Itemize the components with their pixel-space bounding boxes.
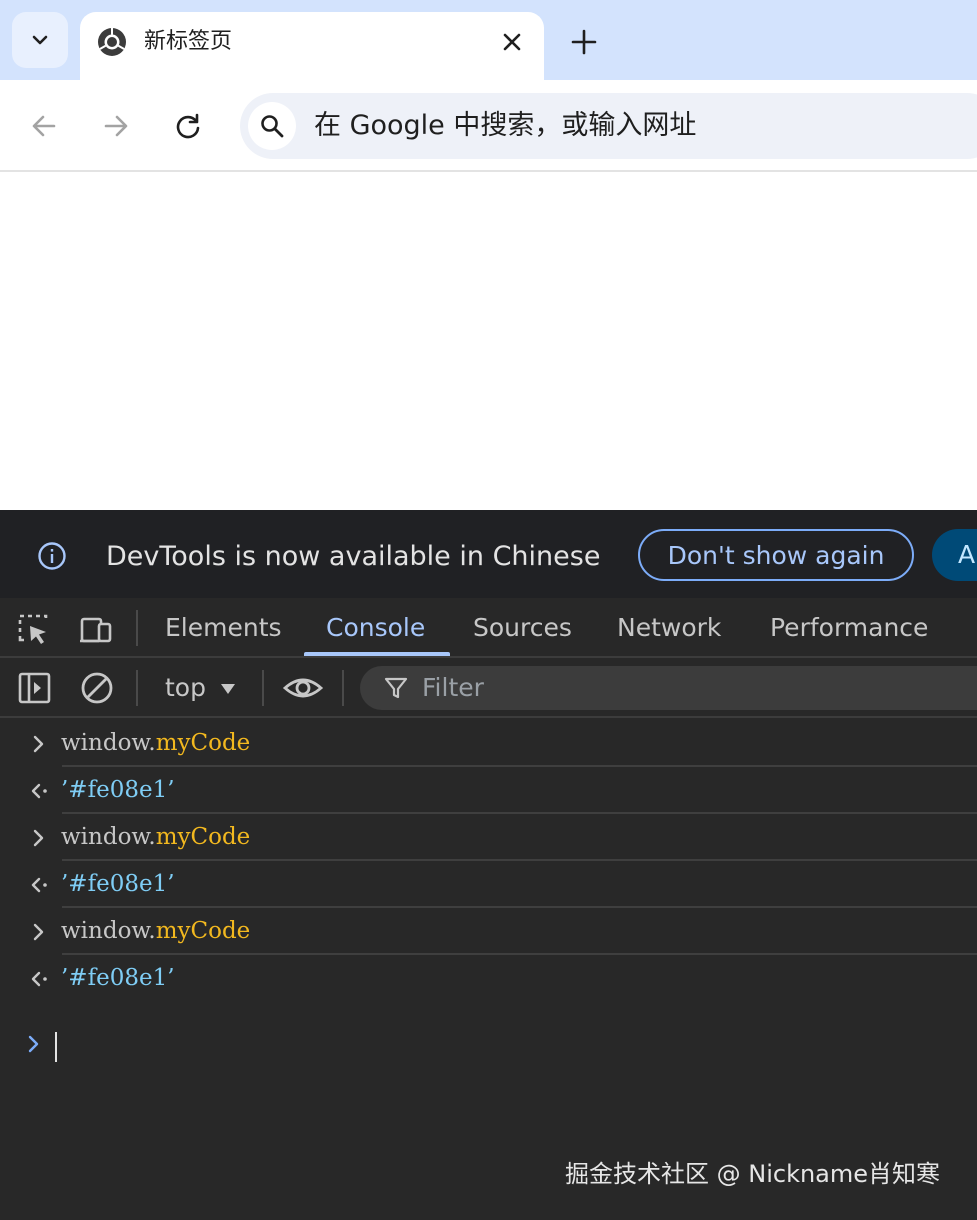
console-prompt[interactable]: [0, 1018, 977, 1068]
tab-strip: 新标签页: [0, 0, 977, 80]
tab-new-tab[interactable]: 新标签页: [80, 12, 544, 80]
page-content: [0, 174, 977, 510]
console-code: window.myCode: [61, 728, 250, 758]
forward-button[interactable]: [96, 106, 136, 146]
console-messages: window.myCode ’#fe08e1’ window.myCode ’#…: [0, 720, 977, 1002]
chevron-right-icon: [33, 829, 44, 847]
toolbar-separator: [136, 610, 138, 646]
device-toolbar-icon[interactable]: [78, 612, 114, 648]
console-filter-input[interactable]: Filter: [360, 666, 977, 710]
toolbar-separator: [262, 670, 264, 706]
back-button[interactable]: [24, 106, 64, 146]
panel-tab-bar: Elements Console Sources Network Perform…: [0, 598, 977, 658]
tab-elements[interactable]: Elements: [165, 612, 282, 644]
tab-network[interactable]: Network: [617, 612, 721, 644]
context-selector[interactable]: top: [165, 672, 206, 704]
watermark: 掘金技术社区 @ Nickname肖知寒: [565, 1160, 941, 1188]
clear-console-icon[interactable]: [79, 670, 115, 706]
tab-performance[interactable]: Performance: [770, 612, 928, 644]
return-arrow-icon: [31, 877, 47, 893]
code-object: window.: [61, 730, 156, 756]
omnibox-search-icon-wrap: [248, 102, 296, 150]
info-icon: [38, 542, 66, 570]
sidebar-toggle-icon[interactable]: [17, 670, 53, 706]
dont-show-again-button[interactable]: Don't show again: [638, 529, 914, 581]
return-arrow-icon: [31, 783, 47, 799]
text-caret: [55, 1032, 57, 1062]
tab-sources[interactable]: Sources: [473, 612, 572, 644]
arrow-right-icon: [104, 115, 128, 137]
code-property: myCode: [155, 730, 251, 756]
console-input-entry[interactable]: window.myCode: [0, 720, 977, 767]
code-object: window.: [61, 918, 156, 944]
inspect-element-icon[interactable]: [16, 612, 52, 648]
tab-title: 新标签页: [144, 29, 233, 54]
console-output-entry[interactable]: ’#fe08e1’: [0, 861, 977, 908]
console-input-entry[interactable]: window.myCode: [0, 908, 977, 955]
chevron-down-icon: [32, 35, 48, 45]
tab-search-button[interactable]: [12, 12, 68, 68]
console-output-entry[interactable]: ’#fe08e1’: [0, 955, 977, 1002]
language-infobar: DevTools is now available in Chinese Don…: [0, 510, 977, 598]
close-icon: [503, 33, 521, 51]
eye-icon[interactable]: [283, 670, 323, 706]
omnibox[interactable]: 在 Google 中搜索，或输入网址: [240, 93, 977, 159]
search-icon: [261, 115, 284, 138]
code-property: myCode: [155, 918, 251, 944]
prompt-chevron-icon: [28, 1035, 39, 1053]
chrome-icon: [98, 28, 126, 56]
chevron-right-icon: [33, 923, 44, 941]
toolbar-separator: [136, 670, 138, 706]
return-arrow-icon: [31, 971, 47, 987]
console-output-value: ’#fe08e1’: [61, 871, 175, 897]
console-code: window.myCode: [61, 822, 250, 852]
filter-placeholder: Filter: [422, 673, 484, 702]
console-output-entry[interactable]: ’#fe08e1’: [0, 767, 977, 814]
active-tab-indicator: [304, 652, 450, 656]
console-input-entry[interactable]: window.myCode: [0, 814, 977, 861]
code-object: window.: [61, 824, 156, 850]
omnibox-placeholder: 在 Google 中搜索，或输入网址: [314, 110, 697, 141]
reload-button[interactable]: [168, 106, 208, 146]
console-code: window.myCode: [61, 916, 250, 946]
plus-icon: [571, 29, 597, 55]
browser-toolbar: 在 Google 中搜索，或输入网址: [0, 80, 977, 172]
console-output-value: ’#fe08e1’: [61, 777, 175, 803]
chevron-right-icon: [33, 735, 44, 753]
reload-icon: [176, 113, 200, 139]
toolbar-separator: [342, 670, 344, 706]
console-toolbar: top Filter: [0, 660, 977, 718]
infobar-action-button[interactable]: A: [932, 529, 977, 581]
arrow-left-icon: [32, 115, 56, 137]
new-tab-button[interactable]: [564, 22, 604, 62]
caret-down-icon: [221, 684, 235, 694]
infobar-message: DevTools is now available in Chinese: [106, 541, 601, 572]
devtools-panel: DevTools is now available in Chinese Don…: [0, 510, 977, 1220]
tab-close-button[interactable]: [496, 26, 528, 58]
console-output-value: ’#fe08e1’: [61, 965, 175, 991]
code-property: myCode: [155, 824, 251, 850]
filter-icon: [384, 677, 408, 699]
tab-console[interactable]: Console: [326, 612, 425, 644]
